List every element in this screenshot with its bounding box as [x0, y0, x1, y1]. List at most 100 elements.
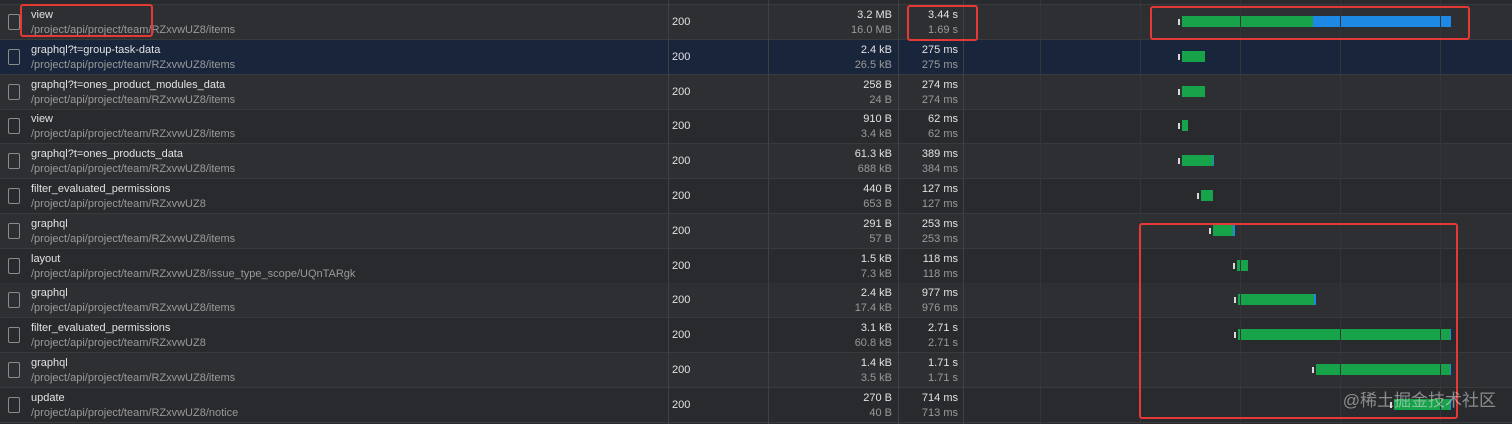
- row-checkbox[interactable]: [8, 48, 20, 65]
- waterfall-waiting-segment: [1182, 155, 1213, 167]
- waterfall-bar[interactable]: [1209, 224, 1235, 236]
- request-time-total: 1.71 s: [928, 357, 958, 369]
- request-size-resource: 3.5 kB: [860, 372, 892, 384]
- row-checkbox[interactable]: [8, 257, 20, 274]
- request-row[interactable]: filter_evaluated_permissions/project/api…: [0, 179, 1512, 214]
- row-checkbox[interactable]: [8, 153, 20, 170]
- request-name: graphql: [31, 287, 68, 300]
- request-time-latency: 118 ms: [922, 267, 958, 280]
- waterfall-bar[interactable]: [1178, 50, 1205, 62]
- row-checkbox[interactable]: [8, 396, 20, 413]
- request-size-resource: 57 B: [869, 232, 892, 245]
- request-row[interactable]: view/project/api/project/team/RZxvwUZ8/i…: [0, 5, 1512, 40]
- request-status: 200: [672, 294, 691, 307]
- request-size-resource: 40 B: [869, 406, 892, 419]
- request-status: 200: [672, 120, 691, 133]
- waterfall-queue-tick: [1312, 367, 1314, 373]
- waterfall-download-segment: [1450, 329, 1451, 341]
- request-time-total: 274 ms: [921, 78, 958, 91]
- request-status: 200: [672, 398, 691, 411]
- request-time-latency: 1.69 s: [928, 24, 958, 36]
- waterfall-waiting-segment: [1238, 294, 1314, 306]
- request-path: /project/api/project/team/RZxvwUZ8/items: [31, 128, 236, 141]
- waterfall-waiting-segment: [1182, 120, 1188, 132]
- request-name: filter_evaluated_permissions: [31, 183, 171, 195]
- request-size-transferred: 3.2 MB: [857, 9, 892, 21]
- request-path: /project/api/project/team/RZxvwUZ8/items: [31, 302, 236, 315]
- waterfall-queue-tick: [1178, 19, 1180, 25]
- waterfall-bar[interactable]: [1234, 294, 1316, 306]
- request-time-total: 3.44 s: [928, 9, 958, 21]
- request-row[interactable]: graphql/project/api/project/team/RZxvwUZ…: [0, 213, 1512, 249]
- row-checkbox[interactable]: [8, 327, 20, 344]
- request-name: update: [31, 391, 65, 404]
- request-path: /project/api/project/team/RZxvwUZ8/items: [31, 232, 236, 245]
- request-row[interactable]: update/project/api/project/team/RZxvwUZ8…: [0, 388, 1512, 423]
- waterfall-waiting-segment: [1182, 85, 1205, 97]
- request-path: /project/api/project/team/RZxvwUZ8: [31, 337, 206, 350]
- request-size-resource: 16.0 MB: [851, 24, 892, 36]
- request-name: layout: [31, 252, 61, 265]
- row-checkbox[interactable]: [8, 292, 20, 309]
- request-time-latency: 127 ms: [921, 198, 958, 210]
- column-divider: [898, 0, 899, 424]
- waterfall-bar[interactable]: [1234, 329, 1451, 341]
- request-status: 200: [672, 190, 691, 202]
- request-row[interactable]: graphql?t=ones_products_data/project/api…: [0, 144, 1512, 180]
- request-row[interactable]: graphql/project/api/project/team/RZxvwUZ…: [0, 353, 1512, 388]
- request-row[interactable]: view/project/api/project/team/RZxvwUZ8/i…: [0, 109, 1512, 145]
- request-size-transferred: 440 B: [863, 183, 892, 195]
- request-time-latency: 275 ms: [921, 58, 958, 71]
- request-row[interactable]: layout/project/api/project/team/RZxvwUZ8…: [0, 249, 1512, 284]
- row-checkbox[interactable]: [8, 362, 20, 378]
- request-status: 200: [672, 85, 691, 98]
- request-time-latency: 713 ms: [921, 406, 958, 419]
- request-time-latency: 253 ms: [921, 232, 958, 245]
- waterfall-bar[interactable]: [1178, 85, 1205, 97]
- column-divider: [668, 0, 669, 424]
- request-status: 200: [672, 16, 691, 28]
- request-name: graphql?t=group-task-data: [31, 43, 161, 56]
- request-name: filter_evaluated_permissions: [31, 322, 171, 335]
- request-row[interactable]: graphql?t=group-task-data/project/api/pr…: [0, 39, 1512, 75]
- request-row[interactable]: filter_evaluated_permissions/project/api…: [0, 318, 1512, 354]
- request-size-resource: 17.4 kB: [854, 302, 892, 315]
- request-path: /project/api/project/team/RZxvwUZ8/notic…: [31, 406, 239, 419]
- request-size-transferred: 61.3 kB: [854, 148, 892, 161]
- waterfall-waiting-segment: [1201, 190, 1213, 201]
- request-name: graphql?t=ones_products_data: [31, 148, 183, 161]
- row-checkbox[interactable]: [8, 222, 20, 239]
- row-checkbox[interactable]: [8, 83, 20, 100]
- request-path: /project/api/project/team/RZxvwUZ8/items: [31, 24, 236, 36]
- waterfall-download-segment: [1313, 16, 1451, 27]
- waterfall-waiting-segment: [1238, 329, 1450, 341]
- waterfall-download-segment: [1450, 364, 1451, 375]
- waterfall-queue-tick: [1234, 332, 1236, 339]
- request-time-latency: 976 ms: [921, 302, 958, 315]
- row-checkbox[interactable]: [8, 188, 20, 204]
- waterfall-queue-tick: [1178, 158, 1180, 165]
- row-checkbox[interactable]: [8, 118, 20, 135]
- request-row[interactable]: graphql?t=ones_product_modules_data/proj…: [0, 74, 1512, 110]
- request-time-total: 253 ms: [921, 217, 958, 230]
- column-divider: [963, 0, 964, 424]
- waterfall-queue-tick: [1233, 262, 1235, 269]
- request-status: 200: [672, 329, 691, 342]
- row-checkbox[interactable]: [8, 14, 20, 30]
- request-size-transferred: 2.4 kB: [860, 43, 892, 56]
- waterfall-waiting-segment: [1316, 364, 1450, 375]
- request-size-transferred: 2.4 kB: [860, 287, 892, 300]
- request-row[interactable]: graphql/project/api/project/team/RZxvwUZ…: [0, 283, 1512, 319]
- waterfall-waiting-segment: [1237, 259, 1248, 271]
- waterfall-bar[interactable]: [1178, 120, 1188, 132]
- waterfall-bar[interactable]: [1197, 190, 1213, 201]
- waterfall-bar[interactable]: [1312, 364, 1451, 375]
- waterfall-grid-line: [1140, 0, 1141, 424]
- waterfall-grid-line: [1340, 0, 1341, 424]
- request-path: /project/api/project/team/RZxvwUZ8/issue…: [31, 267, 356, 280]
- request-time-latency: 1.71 s: [928, 372, 958, 384]
- waterfall-bar[interactable]: [1178, 155, 1214, 167]
- request-name: graphql?t=ones_product_modules_data: [31, 78, 226, 91]
- waterfall-bar[interactable]: [1178, 16, 1451, 27]
- waterfall-waiting-segment: [1182, 50, 1205, 62]
